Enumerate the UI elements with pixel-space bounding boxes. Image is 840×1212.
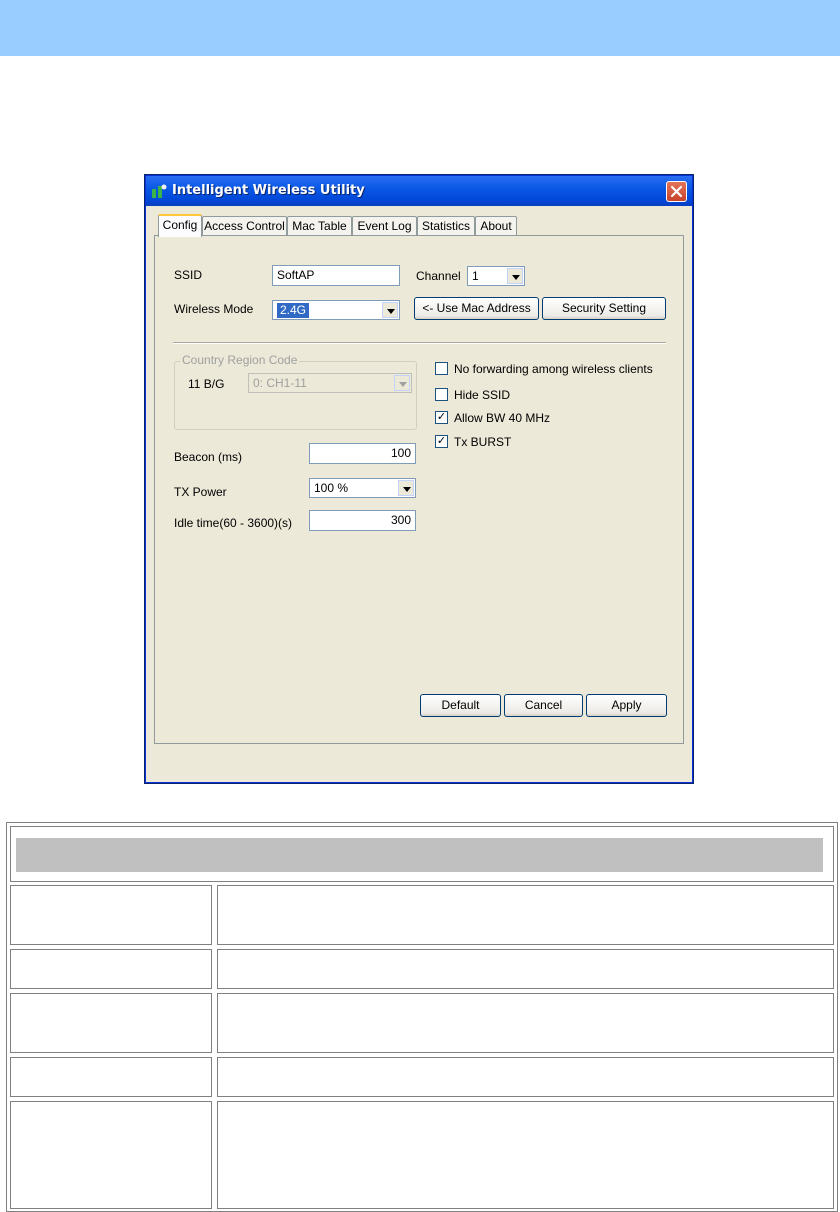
region-value: 0: CH1-11 <box>253 376 307 390</box>
chevron-down-icon <box>394 375 410 391</box>
table-row-label <box>10 1101 212 1209</box>
tab-about[interactable]: About <box>475 216 517 236</box>
channel-select[interactable]: 1 <box>467 266 525 286</box>
page-header-band <box>0 0 840 56</box>
cancel-button[interactable]: Cancel <box>504 694 583 717</box>
region-select[interactable]: 0: CH1-11 <box>248 373 412 393</box>
close-icon <box>670 185 683 198</box>
tx-power-select[interactable]: 100 % <box>309 478 416 498</box>
beacon-label: Beacon (ms) <box>174 450 243 464</box>
wireless-mode-label: Wireless Mode <box>174 302 254 316</box>
idle-time-input[interactable]: 300 <box>309 510 416 531</box>
close-button[interactable] <box>666 181 687 202</box>
table-row-label <box>10 1057 212 1097</box>
default-button[interactable]: Default <box>420 694 501 717</box>
table-row-value <box>217 885 834 945</box>
tab-config[interactable]: Config <box>158 214 202 237</box>
table-row-value <box>217 1101 834 1209</box>
checkbox-box[interactable] <box>435 362 448 375</box>
table-row-label <box>10 993 212 1053</box>
wireless-app-icon <box>152 184 167 198</box>
checkmark-icon[interactable]: ✓ <box>435 435 448 448</box>
band-label: 11 B/G <box>188 377 225 391</box>
title-bar[interactable]: Intelligent Wireless Utility <box>146 176 692 206</box>
tx-power-label: TX Power <box>174 485 227 499</box>
chevron-down-icon <box>507 268 523 284</box>
tab-statistics[interactable]: Statistics <box>417 216 475 236</box>
tab-access-control[interactable]: Access Control <box>202 216 287 236</box>
security-setting-button[interactable]: Security Setting <box>542 297 666 320</box>
checkmark-icon[interactable]: ✓ <box>435 411 448 424</box>
window-title: Intelligent Wireless Utility <box>172 183 365 198</box>
table-row-value <box>217 993 834 1053</box>
apply-button[interactable]: Apply <box>586 694 667 717</box>
checkbox-label: No forwarding among wireless clients <box>454 362 653 376</box>
tab-event-log[interactable]: Event Log <box>352 216 417 236</box>
ssid-input[interactable]: SoftAP <box>272 265 400 286</box>
ssid-label: SSID <box>174 268 203 282</box>
checkbox-label: Tx BURST <box>454 435 512 449</box>
channel-label: Channel <box>416 269 461 283</box>
checkbox-label: Allow BW 40 MHz <box>454 411 551 425</box>
beacon-input[interactable]: 100 <box>309 443 416 464</box>
table-row-label <box>10 885 212 945</box>
tx-power-value: 100 % <box>314 481 349 495</box>
checkbox-box[interactable] <box>435 388 448 401</box>
use-mac-address-button[interactable]: <- Use Mac Address <box>414 297 539 320</box>
tab-mac-table[interactable]: Mac Table <box>287 216 352 236</box>
channel-value: 1 <box>472 269 479 283</box>
country-region-label: Country Region Code <box>180 353 300 367</box>
utility-window: Intelligent Wireless Utility Config Acce… <box>145 175 693 783</box>
chevron-down-icon <box>382 302 398 318</box>
idle-time-label: Idle time(60 - 3600)(s) <box>174 516 293 530</box>
table-row-value <box>217 1057 834 1097</box>
chevron-down-icon <box>398 480 414 496</box>
wireless-mode-select[interactable]: 2.4G <box>272 300 400 320</box>
table-header-bar <box>16 838 823 872</box>
table-row-label <box>10 949 212 989</box>
wireless-mode-value: 2.4G <box>277 303 310 318</box>
country-region-groupbox <box>174 361 417 430</box>
checkbox-label: Hide SSID <box>454 388 511 402</box>
table-row-value <box>217 949 834 989</box>
divider <box>173 342 666 344</box>
